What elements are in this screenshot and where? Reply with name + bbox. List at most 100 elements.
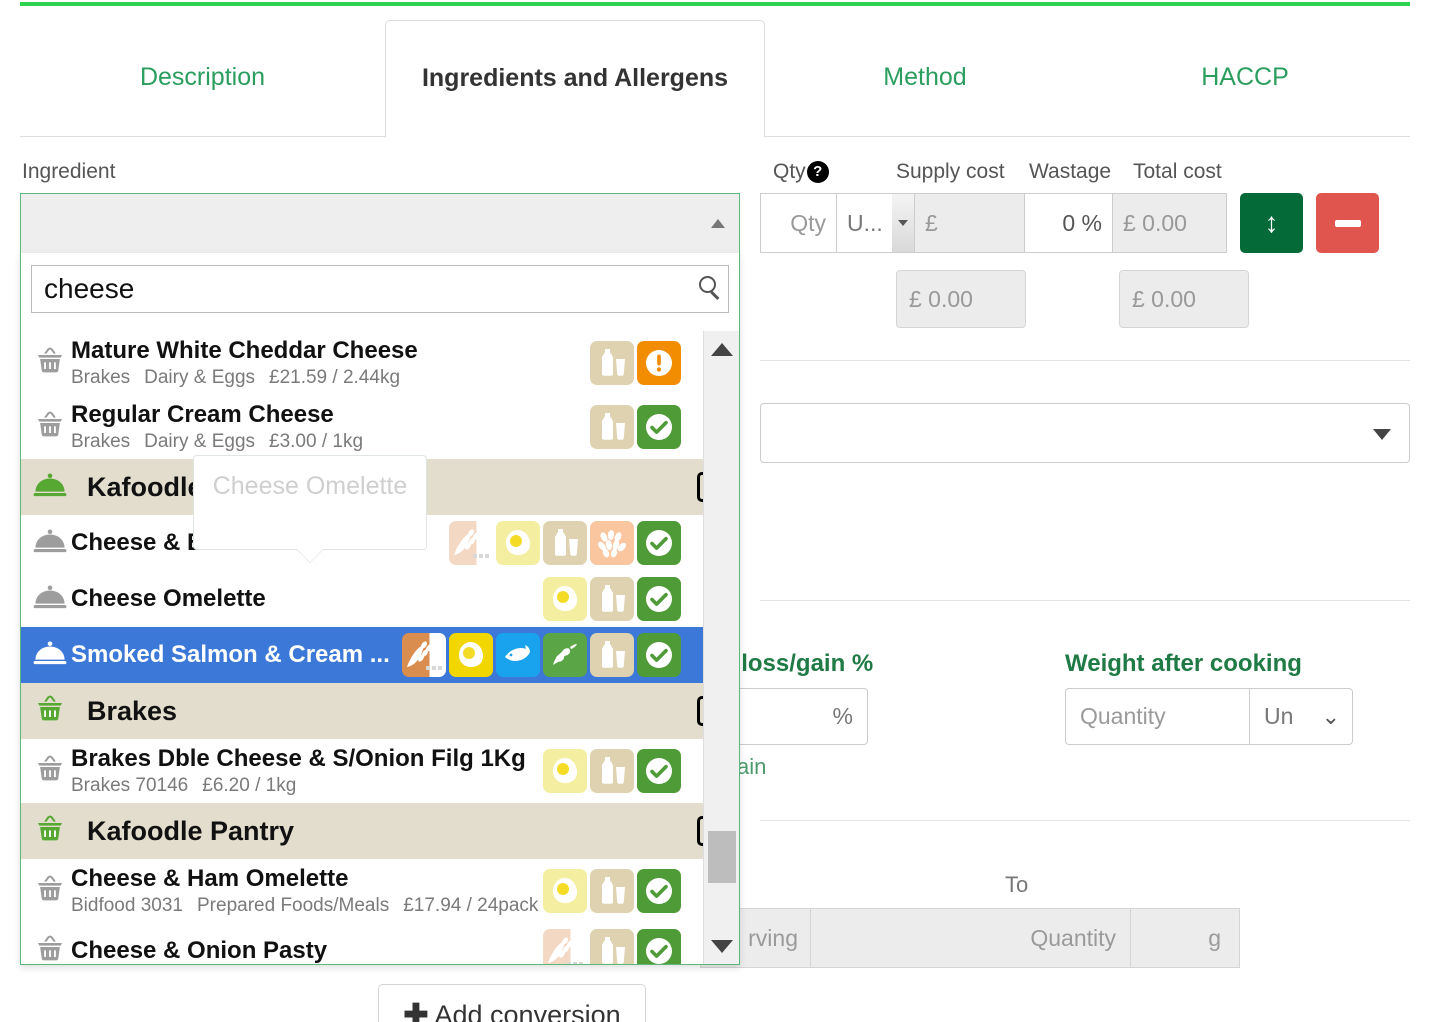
option-group-header[interactable]: Kafoodle Pantry: [21, 803, 739, 859]
ingredient-option-meta-part: Bidfood 3031: [71, 895, 183, 916]
ingredient-option-title: Cheese & Ham Omelette: [71, 865, 349, 892]
weight-after-cooking-unit-value: Un: [1264, 703, 1294, 729]
dropdown-scrollbar[interactable]: [703, 331, 739, 964]
allergen-badge-check: [637, 521, 681, 565]
allergen-badge-milk: [590, 405, 634, 449]
tab-method-label: Method: [883, 63, 967, 92]
column-header-qty-label: Qty: [773, 160, 806, 183]
basket-icon: [29, 409, 71, 446]
allergen-badge-milk-faded: [590, 929, 634, 964]
ingredient-option-meta-part: £21.59 / 2.44kg: [269, 367, 401, 388]
conversion-to-label: To: [1005, 872, 1029, 897]
ingredient-search-input[interactable]: cheese: [31, 265, 729, 313]
allergen-badge-check: [637, 577, 681, 621]
ingredient-option[interactable]: Cheese & Onion Pasty: [21, 923, 739, 964]
remove-row-button[interactable]: [1316, 193, 1379, 253]
ingredient-option-meta-part: Dairy & Eggs: [144, 367, 256, 388]
column-header-total-cost: Total cost: [1133, 160, 1222, 183]
allergen-badge-milk-faded: [590, 869, 634, 913]
unit-select-value: U...: [847, 209, 883, 236]
plus-icon: ✚: [403, 998, 429, 1022]
ingredient-option[interactable]: Cheese & Ham Omelette Bidfood 3031 Prepare…: [21, 859, 739, 923]
recipe-section-select[interactable]: [760, 403, 1410, 463]
allergen-badge-milk-faded: [590, 577, 634, 621]
tab-ingredients-and-allergens[interactable]: Ingredients and Allergens: [385, 20, 765, 138]
column-header-qty: Qty ?: [773, 160, 829, 184]
unit-select[interactable]: U...: [836, 193, 914, 253]
allergen-badge-check: [637, 929, 681, 964]
ingredient-option[interactable]: Regular Cream Cheese Brakes Dairy & Eggs £3…: [21, 395, 739, 459]
cloche-icon: [29, 527, 71, 560]
divider-1: [760, 360, 1410, 361]
allergen-badge-nuts-faded: [590, 521, 634, 565]
ingredient-option-title: Brakes Dble Cheese & S/Onion Filg 1Kg: [71, 745, 526, 772]
ingredient-option-title: Smoked Salmon & Cream ...: [71, 641, 390, 668]
ingredient-option-list[interactable]: Mature White Cheddar Cheese Brakes Dairy &…: [21, 331, 739, 964]
ingredient-select-box[interactable]: [20, 193, 740, 253]
help-icon[interactable]: ?: [806, 161, 829, 183]
allergen-badge-group: [543, 749, 681, 793]
scroll-up-icon[interactable]: [704, 331, 739, 367]
allergen-badge-egg-faded: [543, 749, 587, 793]
basket-icon: [29, 933, 71, 965]
ingredient-option-title: Cheese Omelette: [71, 585, 266, 612]
scrollbar-thumb[interactable]: [708, 831, 736, 883]
scroll-down-icon[interactable]: [704, 928, 739, 964]
move-row-button[interactable]: ↕: [1240, 193, 1303, 253]
option-group-label: Brakes: [87, 695, 178, 726]
cloche-icon: [29, 583, 71, 616]
allergen-badge-check: [637, 405, 681, 449]
total-cost-value: £ 0.00: [1112, 193, 1227, 253]
allergen-badge-check: [637, 633, 681, 677]
ingredient-option[interactable]: Brakes Dble Cheese & S/Onion Filg 1Kg Bra…: [21, 739, 739, 803]
weight-loss-gain-suffix: %: [832, 703, 853, 729]
wastage-input[interactable]: 0 %: [1024, 193, 1112, 253]
ingredient-option-meta-part: Brakes 70146: [71, 775, 189, 796]
tab-description[interactable]: Description: [20, 20, 385, 136]
add-conversion-label: Add conversion: [434, 999, 621, 1022]
allergen-badge-egg-faded: [543, 869, 587, 913]
allergen-badge-soya: [543, 633, 587, 677]
tooltip-tail: [297, 549, 323, 562]
allergen-badge-check: [637, 749, 681, 793]
ingredient-option-text: Cheese Omelette: [71, 585, 535, 613]
ingredient-option-text: Regular Cream Cheese Brakes Dairy & Eggs £3…: [71, 401, 582, 453]
supply-cost-input[interactable]: £: [914, 193, 1024, 253]
tab-haccp-label: HACCP: [1201, 63, 1289, 92]
weight-after-cooking-unit-select[interactable]: Un ⌄: [1249, 688, 1353, 745]
ingredient-option-title: Cheese & Onion Pasty: [71, 937, 328, 964]
allergen-badge-group: [449, 521, 681, 565]
ingredient-option-meta-part: £6.20 / 1kg: [202, 775, 297, 796]
allergen-badge-check: [637, 869, 681, 913]
supply-total-value: £ 0.00: [896, 270, 1026, 328]
ingredient-option-text: Smoked Salmon & Cream ...: [71, 641, 394, 669]
allergen-badge-gluten-faded: [543, 929, 587, 964]
ingredient-option-text: Brakes Dble Cheese & S/Onion Filg 1Kg Bra…: [71, 745, 535, 797]
ingredient-option-text: Cheese & Ham Omelette Bidfood 3031 Prepare…: [71, 865, 539, 917]
add-conversion-button[interactable]: ✚ Add conversion: [378, 984, 646, 1022]
conversion-qty-input[interactable]: Quantity: [810, 908, 1130, 968]
tab-method[interactable]: Method: [765, 20, 1085, 136]
allergen-badge-egg-faded: [496, 521, 540, 565]
allergen-badge-fish: [496, 633, 540, 677]
ingredient-search-value: cheese: [44, 273, 135, 304]
grand-total-value: £ 0.00: [1119, 270, 1249, 328]
ingredient-option[interactable]: Smoked Salmon & Cream ...: [21, 627, 739, 683]
ingredient-option[interactable]: Mature White Cheddar Cheese Brakes Dairy &…: [21, 331, 739, 395]
weight-after-cooking-qty-input[interactable]: Quantity: [1065, 688, 1249, 745]
allergen-badge-egg-faded: [543, 577, 587, 621]
option-group-header[interactable]: Brakes: [21, 683, 739, 739]
basket-icon: [29, 693, 71, 730]
column-header-wastage: Wastage: [1029, 160, 1112, 183]
chevron-down-icon[interactable]: [892, 194, 914, 252]
tab-haccp[interactable]: HACCP: [1085, 20, 1405, 136]
column-header-ingredient: Ingredient: [22, 160, 116, 183]
basket-icon: [29, 753, 71, 790]
ingredient-option[interactable]: Cheese Omelette: [21, 571, 739, 627]
ingredient-option-meta-part: £17.94 / 24pack: [403, 895, 539, 916]
qty-input[interactable]: Qty: [760, 193, 836, 253]
column-header-supply-cost: Supply cost: [896, 160, 1005, 183]
ingredient-option-meta: Brakes 70146 £6.20 / 1kg: [71, 775, 535, 797]
conversion-unit-value[interactable]: g: [1130, 908, 1240, 968]
allergen-badge-milk-faded: [543, 521, 587, 565]
